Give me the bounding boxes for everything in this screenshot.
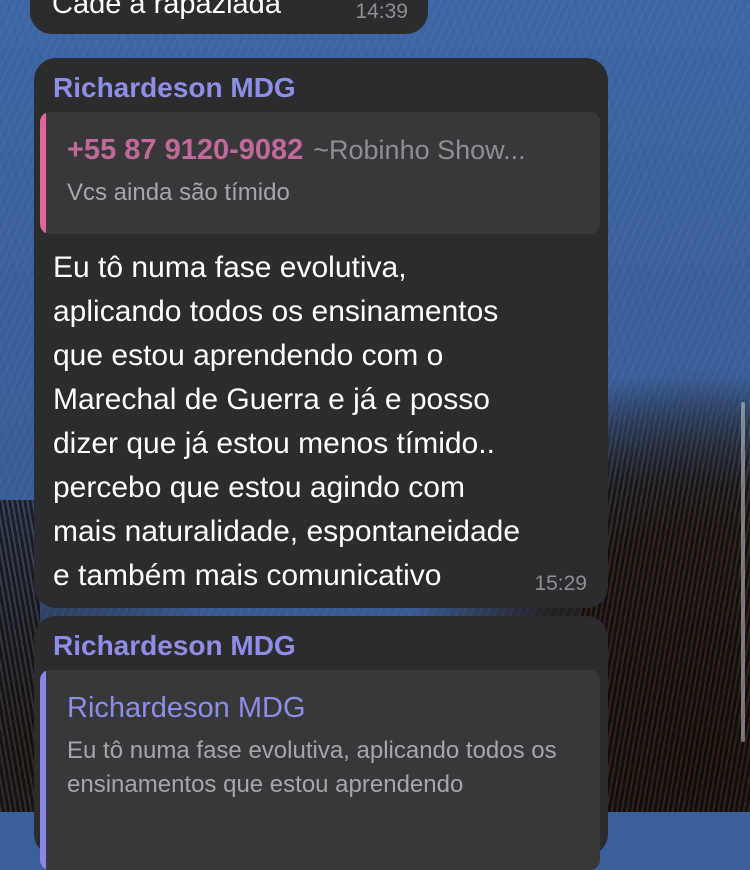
reply-text: Vcs ainda são tímido (67, 179, 290, 206)
message-time: 14:39 (355, 0, 408, 23)
reply-text: Eu tô numa fase evolutiva, aplicando tod… (67, 737, 557, 798)
message-time: 15:29 (534, 572, 587, 595)
reply-quote[interactable]: Richardeson MDG Eu tô numa fase evolutiv… (40, 670, 600, 870)
sender-name[interactable]: Richardeson MDG (53, 630, 296, 662)
sender-name[interactable]: Richardeson MDG (53, 72, 296, 104)
reply-sender-phone: +55 87 9120-9082 (67, 134, 304, 166)
message-text: Cade a rapaziada (52, 0, 281, 20)
reply-accent-bar (40, 670, 46, 870)
scrollbar[interactable] (741, 402, 745, 742)
message-text: Eu tô numa fase evolutiva, aplicando tod… (53, 251, 521, 592)
message-bubble-top[interactable]: Cade a rapaziada 14:39 (30, 0, 428, 34)
reply-sender-alias: ~Robinho Show... (313, 135, 526, 165)
message-bubble[interactable]: Richardeson MDG Richardeson MDG Eu tô nu… (34, 616, 608, 870)
reply-accent-bar (40, 112, 46, 234)
reply-sender-name: Richardeson MDG (67, 692, 306, 724)
reply-header: +55 87 9120-9082 ~Robinho Show... (67, 134, 526, 167)
message-bubble[interactable]: Richardeson MDG +55 87 9120-9082 ~Robinho… (34, 58, 608, 608)
reply-header: Richardeson MDG (67, 692, 306, 725)
reply-quote[interactable]: +55 87 9120-9082 ~Robinho Show... Vcs ain… (40, 112, 600, 234)
